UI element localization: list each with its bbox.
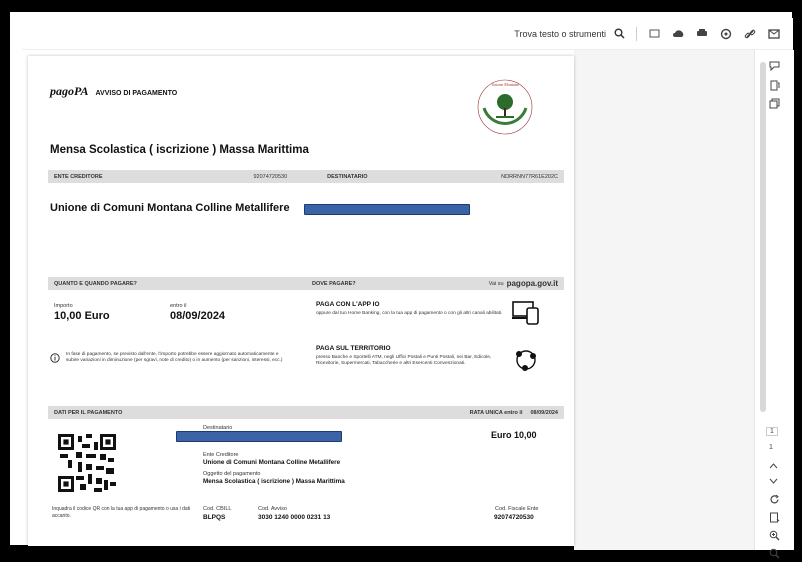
redacted-recipient-name [176, 431, 342, 442]
where-site: pagopa.gov.it [506, 279, 558, 288]
viewer-toolbar: Trova testo o strumenti [22, 18, 793, 50]
print-icon[interactable] [695, 27, 709, 41]
where-via: Vai su [488, 280, 504, 287]
amount-where-header: QUANTO E QUANDO PAGARE? DOVE PAGARE? Vai… [48, 277, 564, 290]
qr-code [58, 434, 116, 492]
page-total: 1 [769, 444, 773, 451]
info-icon [50, 353, 60, 363]
svg-text:Unione Montana: Unione Montana [492, 82, 519, 87]
toolbar-divider [636, 26, 637, 41]
redacted-recipient [304, 204, 470, 215]
link-icon[interactable] [743, 27, 757, 41]
pagopa-logo: pagoPA AVVISO DI PAGAMENTO [50, 84, 177, 99]
amount-value: 10,00 Euro [54, 310, 110, 322]
object-field-label: Oggetto del pagamento [203, 471, 261, 477]
territory-title: PAGA SUL TERRITORIO [316, 345, 391, 352]
creditor-recipient-header: ENTE CREDITORE 92074720530 DESTINATARIO … [48, 170, 564, 183]
amount-label: Importo [54, 303, 73, 309]
brand-name: pagoPA [50, 84, 89, 98]
save-page-icon[interactable] [769, 512, 780, 526]
zoom-out-icon[interactable] [769, 548, 780, 562]
page-view-icon[interactable] [647, 27, 661, 41]
territory-map-icon [516, 350, 536, 371]
app-text: oppure dal tuo Home Banking, con la tua … [316, 311, 503, 316]
chevron-down-icon[interactable] [769, 476, 778, 488]
creditor-header: ENTE CREDITORE [54, 173, 103, 180]
ai-assistant-icon[interactable] [719, 27, 733, 41]
refresh-icon[interactable] [769, 494, 780, 508]
info-text: In fase di pagamento, se previsto dall'e… [66, 352, 283, 363]
chevron-up-icon[interactable] [769, 460, 778, 472]
payment-data-title: DATI PER IL PAGAMENTO [54, 409, 123, 416]
creditor-name: Unione di Comuni Montana Colline Metalli… [50, 202, 290, 214]
page-number[interactable]: 1 [766, 427, 778, 436]
qr-hint: Inquadra il codice QR con la tua app di … [52, 506, 191, 519]
due-label: entro il [170, 303, 187, 309]
how-much-header: QUANTO E QUANDO PAGARE? [54, 280, 137, 287]
notice-label: AVVISO DI PAGAMENTO [95, 90, 178, 97]
creditor-field-value: Unione di Comuni Montana Colline Metalli… [203, 459, 341, 466]
cbill-label: Cod. CBILL [203, 506, 232, 512]
mail-icon[interactable] [767, 27, 781, 41]
single-installment-date: 08/09/2024 [530, 409, 558, 416]
pdf-viewer: Trova testo o strumenti pagoPA AVVISO DI… [22, 18, 794, 559]
where-header: DOVE PAGARE? [312, 280, 356, 287]
find-tool[interactable]: Trova testo o strumenti [514, 27, 626, 41]
tax-code-value: 92074720530 [494, 514, 534, 521]
euro-total: Euro 10,00 [491, 430, 537, 440]
due-value: 08/09/2024 [170, 310, 226, 322]
vertical-scrollbar[interactable] [760, 62, 766, 412]
single-installment-label: RATA UNICA entro il [469, 409, 523, 416]
payment-notice-page: pagoPA AVVISO DI PAGAMENTO Unione Montan… [28, 56, 574, 546]
creditor-code: 92074720530 [253, 173, 288, 180]
pages-icon[interactable] [769, 98, 780, 112]
find-label: Trova testo o strumenti [514, 28, 606, 39]
devices-icon [512, 301, 539, 325]
cbill-value: BLPQS [203, 514, 226, 521]
search-icon[interactable] [612, 27, 626, 41]
viewer-background [574, 50, 754, 550]
zoom-in-icon[interactable] [769, 530, 780, 544]
recipient-header: DESTINATARIO [327, 173, 368, 180]
cloud-upload-icon[interactable] [671, 27, 685, 41]
notice-code-value: 3030 1240 0000 0231 13 [258, 514, 331, 521]
payment-data-header: DATI PER IL PAGAMENTO RATA UNICA entro i… [48, 406, 564, 419]
notice-code-label: Cod. Avviso [258, 506, 287, 512]
notice-title: Mensa Scolastica ( iscrizione ) Massa Ma… [50, 144, 309, 156]
object-field-value: Mensa Scolastica ( iscrizione ) Massa Ma… [203, 478, 345, 485]
recipient-code: NDRRNN77R61E202C [501, 173, 558, 180]
app-title: PAGA CON L'APP IO [316, 301, 380, 308]
tax-code-label: Cod. Fiscale Ente [495, 506, 539, 512]
creditor-field-label: Ente Creditore [203, 452, 239, 458]
territory-text: presso Banche e Sportelli ATM, negli Uff… [316, 355, 492, 366]
municipality-seal: Unione Montana [477, 79, 533, 135]
bookmark-icon[interactable] [769, 80, 780, 94]
comment-icon[interactable] [769, 60, 780, 74]
